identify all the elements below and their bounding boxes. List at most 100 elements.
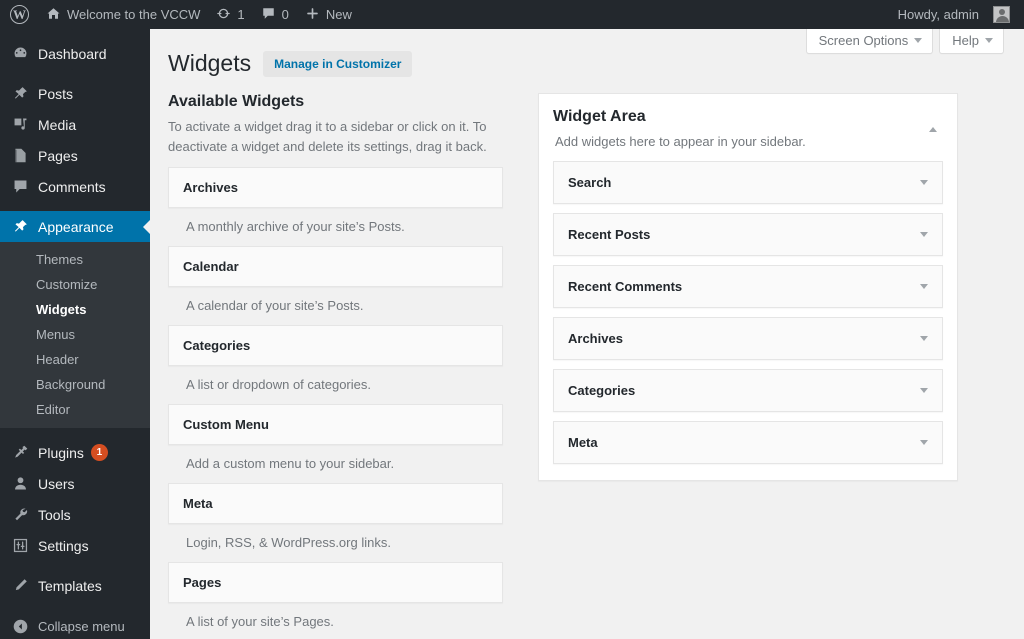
chevron-down-icon[interactable] <box>920 335 928 341</box>
account-menu[interactable]: Howdy, admin <box>890 0 1024 29</box>
site-name-button[interactable]: Welcome to the VCCW <box>38 0 208 29</box>
submenu-item-editor[interactable]: Editor <box>0 397 150 422</box>
widget-title: Pages <box>183 575 222 591</box>
widget-area-header: Widget Area <box>553 108 943 132</box>
page-title: Widgets <box>168 50 252 76</box>
collapse-menu-label: Collapse menu <box>38 619 125 634</box>
wordpress-logo-icon: W <box>10 5 29 24</box>
widget-title: Calendar <box>183 259 239 275</box>
placed-widget-search[interactable]: Search <box>553 160 943 204</box>
menu-separator <box>0 69 150 78</box>
wrench-icon <box>10 506 30 523</box>
widget-title: Meta <box>183 496 213 512</box>
plugins-update-badge: 1 <box>90 444 108 461</box>
comments-count: 0 <box>281 7 289 22</box>
collapse-menu-button[interactable]: Collapse menu <box>0 611 150 639</box>
help-label: Help <box>952 33 979 48</box>
sidebar-item-label: Users <box>38 475 75 492</box>
sidebar-item-comments[interactable]: Comments <box>0 171 150 202</box>
brush-icon <box>10 218 30 235</box>
submenu-item-widgets[interactable]: Widgets <box>0 297 150 322</box>
sidebar-item-plugins[interactable]: Plugins 1 <box>0 437 150 468</box>
sidebar-item-label: Templates <box>38 577 102 594</box>
widget-description: A list or dropdown of categories. <box>186 377 371 393</box>
screen-options-label: Screen Options <box>818 33 909 48</box>
available-widget-list: Archives A monthly archive of your site’… <box>168 167 503 639</box>
submenu-item-customize[interactable]: Customize <box>0 272 150 297</box>
page-icon <box>10 147 30 164</box>
howdy-label: Howdy, admin <box>897 7 979 22</box>
widget-title: Recent Posts <box>568 226 651 242</box>
widget-title: Archives <box>183 180 238 196</box>
sidebar-item-label: Pages <box>38 147 78 164</box>
avatar <box>993 6 1010 23</box>
widget-area-column: Widget Area Add widgets here to appear i… <box>538 92 958 639</box>
available-widget-custom-menu[interactable]: Custom Menu <box>168 404 503 446</box>
chevron-down-icon[interactable] <box>920 179 928 185</box>
available-widget-categories[interactable]: Categories <box>168 325 503 367</box>
sidebar-item-appearance[interactable]: Appearance <box>0 211 150 242</box>
placed-widget-meta[interactable]: Meta <box>553 420 943 464</box>
placed-widget-recent-posts[interactable]: Recent Posts <box>553 212 943 256</box>
chevron-down-icon[interactable] <box>920 439 928 445</box>
sidebar-item-dashboard[interactable]: Dashboard <box>0 38 150 69</box>
available-widgets-heading: Available Widgets <box>168 92 305 110</box>
updates-icon <box>216 6 231 24</box>
panel-collapse-toggle[interactable] <box>923 108 943 132</box>
updates-button[interactable]: 1 <box>208 0 252 29</box>
manage-in-customizer-button[interactable]: Manage in Customizer <box>263 50 413 78</box>
sidebar-item-label: Posts <box>38 85 74 102</box>
screen-meta-links: Screen Options Help <box>805 29 1004 54</box>
widget-title: Categories <box>183 338 251 354</box>
media-icon <box>10 116 30 133</box>
available-widget-calendar[interactable]: Calendar <box>168 246 503 288</box>
main-content-area: Screen Options Help Widgets Manage in Cu… <box>150 29 1024 639</box>
widget-description: A monthly archive of your site’s Posts. <box>186 219 405 235</box>
widget-title: Recent Comments <box>568 278 683 294</box>
widget-description: A list of your site’s Pages. <box>186 614 334 630</box>
chevron-up-icon <box>929 111 937 132</box>
available-widget-pages[interactable]: Pages <box>168 562 503 604</box>
chevron-down-icon[interactable] <box>920 283 928 289</box>
available-widget-archives[interactable]: Archives <box>168 167 503 209</box>
placed-widget-archives[interactable]: Archives <box>553 316 943 360</box>
sidebar-item-settings[interactable]: Settings <box>0 530 150 561</box>
admin-bar: W Welcome to the VCCW 1 0 New Howdy, adm… <box>0 0 1024 29</box>
user-icon <box>10 475 30 492</box>
wp-logo-button[interactable]: W <box>0 0 38 29</box>
sidebar-item-templates[interactable]: Templates <box>0 570 150 601</box>
sidebar-item-media[interactable]: Media <box>0 109 150 140</box>
widgets-columns: Available Widgets To activate a widget d… <box>150 92 1024 639</box>
collapse-arrow-icon <box>10 618 30 635</box>
sidebar-item-label: Dashboard <box>38 45 107 62</box>
sidebar-item-users[interactable]: Users <box>0 468 150 499</box>
submenu-item-menus[interactable]: Menus <box>0 322 150 347</box>
available-widget-meta[interactable]: Meta <box>168 483 503 525</box>
widget-title: Categories <box>568 382 636 398</box>
sidebar-item-pages[interactable]: Pages <box>0 140 150 171</box>
admin-sidebar-menu: Dashboard Posts Media Pages Comments App… <box>0 29 150 639</box>
pencil-icon <box>10 577 30 594</box>
submenu-item-themes[interactable]: Themes <box>0 247 150 272</box>
screen-options-button[interactable]: Screen Options <box>805 29 934 54</box>
widget-description: A calendar of your site’s Posts. <box>186 298 364 314</box>
comment-bubble-icon <box>261 6 276 24</box>
sidebar-item-tools[interactable]: Tools <box>0 499 150 530</box>
placed-widget-recent-comments[interactable]: Recent Comments <box>553 264 943 308</box>
updates-count: 1 <box>237 7 245 22</box>
new-content-button[interactable]: New <box>297 0 360 29</box>
submenu-item-header[interactable]: Header <box>0 347 150 372</box>
sidebar-item-posts[interactable]: Posts <box>0 78 150 109</box>
sliders-icon <box>10 537 30 554</box>
home-icon <box>46 6 61 24</box>
chevron-down-icon[interactable] <box>920 231 928 237</box>
menu-separator <box>0 202 150 211</box>
help-button[interactable]: Help <box>939 29 1004 54</box>
plus-icon <box>305 6 320 24</box>
placed-widget-categories[interactable]: Categories <box>553 368 943 412</box>
sidebar-item-label: Media <box>38 116 77 133</box>
submenu-item-background[interactable]: Background <box>0 372 150 397</box>
chevron-down-icon[interactable] <box>920 387 928 393</box>
comments-button[interactable]: 0 <box>253 0 297 29</box>
chevron-down-icon <box>914 38 923 43</box>
